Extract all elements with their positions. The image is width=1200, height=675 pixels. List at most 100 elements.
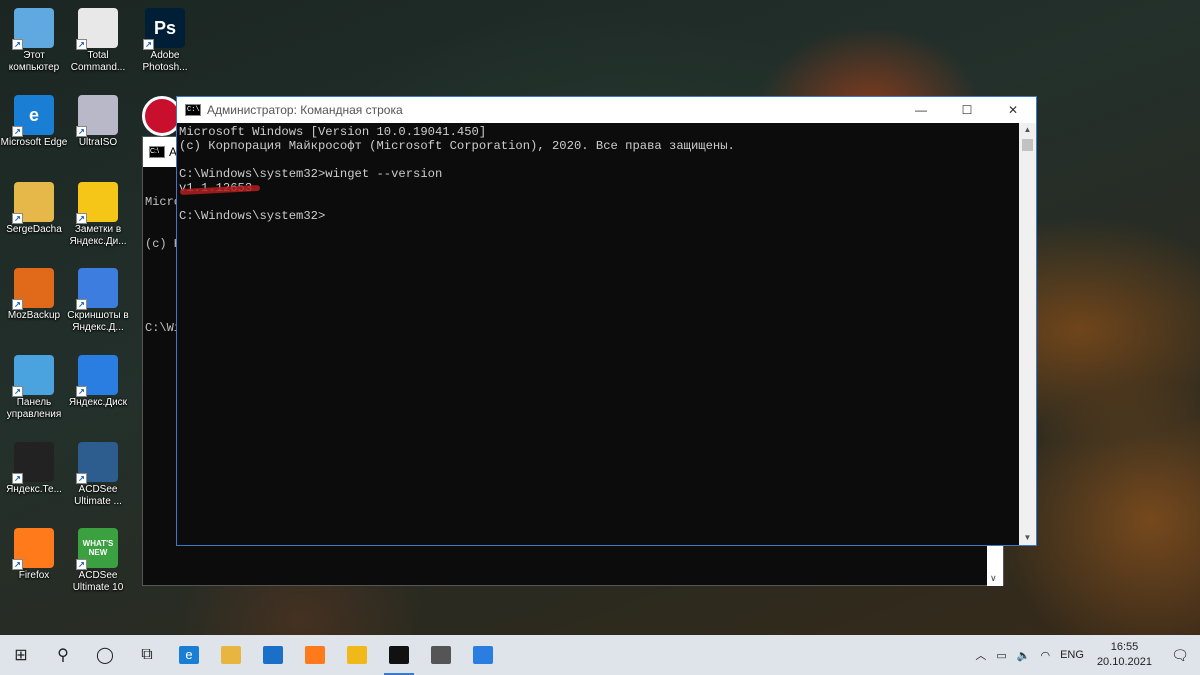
battery-icon[interactable]: ▭ [991, 649, 1011, 662]
desktop-icon-label: Панель управления [6, 397, 62, 420]
firefox-icon [305, 646, 325, 664]
firefox-icon: ↗ [12, 528, 54, 570]
yandex-disk-icon [473, 646, 493, 664]
desktop-icon-label: Скриншоты в Яндекс.Д... [67, 310, 129, 333]
scroll-down-icon[interactable]: ▼ [1019, 531, 1036, 545]
edge-icon: e ↗ [12, 95, 54, 137]
shortcut-arrow-icon: ↗ [76, 386, 87, 397]
desktop-icon[interactable]: ↗ Яндекс.Диск [64, 355, 132, 409]
desktop-icon[interactable]: ↗ UltraISO [64, 95, 132, 149]
scroll-thumb[interactable] [1022, 139, 1033, 151]
language-indicator[interactable]: ENG [1055, 649, 1089, 661]
desktop-icon[interactable]: ↗ Скриншоты в Яндекс.Д... [64, 268, 132, 334]
cmd-taskbar[interactable] [378, 635, 420, 675]
start-button[interactable]: ⊞ [0, 635, 42, 675]
notes-icon [347, 646, 367, 664]
task-view-button[interactable]: ⧉ [126, 635, 168, 675]
clock-date: 20.10.2021 [1096, 656, 1152, 668]
window-title: Администратор: Командная строка [207, 103, 403, 117]
cmd-icon: C:\ [149, 146, 165, 158]
photoshop-icon: Ps ↗ [143, 8, 185, 50]
close-button[interactable]: ✕ [990, 97, 1036, 123]
desktop-icon[interactable]: WHAT'S NEW ↗ ACDSee Ultimate 10 [64, 528, 132, 594]
edge-icon: e [179, 646, 199, 664]
shortcut-arrow-icon: ↗ [76, 39, 87, 50]
firefox-taskbar[interactable] [294, 635, 336, 675]
desktop-icon-label: Яндекс.Диск [68, 397, 128, 408]
explorer-taskbar[interactable] [210, 635, 252, 675]
store-taskbar[interactable] [420, 635, 462, 675]
mozbackup-icon: ↗ [12, 268, 54, 310]
background-scrollbar[interactable]: ∨ [987, 542, 1003, 586]
scroll-up-icon[interactable]: ▲ [1019, 123, 1036, 137]
wifi-icon[interactable]: ◠ [1035, 649, 1055, 662]
desktop-icon[interactable]: ↗ Firefox [0, 528, 68, 582]
desktop-icon[interactable]: ↗ Яндекс.Те... [0, 442, 68, 496]
shortcut-arrow-icon: ↗ [76, 213, 87, 224]
console-line: v1.1.12653 [179, 181, 1019, 195]
vertical-scrollbar[interactable]: ▲ ▼ [1019, 123, 1036, 545]
store-icon [431, 646, 451, 664]
shortcut-arrow-icon: ↗ [12, 213, 23, 224]
explorer-icon [221, 646, 241, 664]
cmd-titlebar[interactable]: C:\ Администратор: Командная строка — ☐ … [177, 97, 1036, 123]
shortcut-arrow-icon: ↗ [12, 473, 23, 484]
desktop-icon-label: UltraISO [78, 137, 118, 148]
acdsee-icon: ↗ [76, 442, 118, 484]
desktop-icon[interactable]: e ↗ Microsoft Edge [0, 95, 68, 149]
desktop-icon[interactable]: ↗ Заметки в Яндекс.Ди... [64, 182, 132, 248]
shortcut-arrow-icon: ↗ [12, 39, 23, 50]
desktop-icon-label: ACDSee Ultimate ... [74, 484, 122, 507]
yandex-disk-icon: ↗ [76, 355, 118, 397]
search-button[interactable]: ⚲ [42, 635, 84, 675]
yandex-screenshots-icon: ↗ [76, 268, 118, 310]
console-output[interactable]: Microsoft Windows [Version 10.0.19041.45… [177, 123, 1019, 545]
system-tray: ︿ ▭ 🔈 ◠ ENG 16:55 20.10.2021 🗨 [970, 635, 1200, 675]
edge-taskbar[interactable]: e [168, 635, 210, 675]
taskbar: ⊞ ⚲ ◯ ⧉ e ︿ ▭ 🔈 ◠ ENG 16:55 20.10.2021 🗨 [0, 635, 1200, 675]
yandex-disk-taskbar[interactable] [462, 635, 504, 675]
desktop-icon-label: MozBackup [7, 310, 61, 321]
mail-taskbar[interactable] [252, 635, 294, 675]
desktop-icon[interactable]: ↗ MozBackup [0, 268, 68, 322]
desktop-icon[interactable]: ↗ ACDSee Ultimate ... [64, 442, 132, 508]
desktop-icon-label: Этот компьютер [8, 50, 60, 73]
cmd-icon: C:\ [185, 104, 201, 116]
notes-taskbar[interactable] [336, 635, 378, 675]
maximize-button[interactable]: ☐ [944, 97, 990, 123]
console-line: C:\Windows\system32> [179, 209, 326, 223]
yandex-telemost-icon: ↗ [12, 442, 54, 484]
shortcut-arrow-icon: ↗ [76, 126, 87, 137]
clock-time: 16:55 [1110, 641, 1139, 653]
desktop-icon[interactable]: ↗ Total Command... [64, 8, 132, 74]
cmd-window[interactable]: C:\ Администратор: Командная строка — ☐ … [176, 96, 1037, 546]
tray-chevron-icon[interactable]: ︿ [970, 647, 991, 663]
desktop-icon[interactable]: ↗ Этот компьютер [0, 8, 68, 74]
console-line: C:\Windows\system32>winget --version [179, 167, 443, 181]
desktop-icon[interactable]: Ps ↗ Adobe Photosh... [131, 8, 199, 74]
clock[interactable]: 16:55 20.10.2021 [1089, 640, 1160, 670]
shortcut-arrow-icon: ↗ [76, 473, 87, 484]
shortcut-arrow-icon: ↗ [12, 299, 23, 310]
desktop-icon-label: Яндекс.Те... [6, 484, 62, 495]
minimize-button[interactable]: — [898, 97, 944, 123]
cortana-button[interactable]: ◯ [84, 635, 126, 675]
acdsee-whats-new-icon: WHAT'S NEW ↗ [76, 528, 118, 570]
control-panel-icon: ↗ [12, 355, 54, 397]
total-commander-icon: ↗ [76, 8, 118, 50]
desktop-icon-label: Total Command... [70, 50, 126, 73]
console-line: Microsoft Windows [Version 10.0.19041.45… [179, 125, 487, 139]
notifications-icon[interactable]: 🗨 [1160, 647, 1200, 664]
desktop-icon-label: Firefox [18, 570, 50, 581]
desktop-icon-label: Заметки в Яндекс.Ди... [69, 224, 127, 247]
console-line: (c) Корпорация Майкрософт (Microsoft Cor… [179, 139, 735, 153]
cmd-icon [389, 646, 409, 664]
desktop-icon-label: ACDSee Ultimate 10 [72, 570, 124, 593]
desktop-icon[interactable]: ↗ SergeDacha [0, 182, 68, 236]
chevron-down-icon: ∨ [990, 573, 997, 583]
shortcut-arrow-icon: ↗ [12, 126, 23, 137]
volume-icon[interactable]: 🔈 [1012, 649, 1036, 662]
desktop-icon[interactable]: ↗ Панель управления [0, 355, 68, 421]
